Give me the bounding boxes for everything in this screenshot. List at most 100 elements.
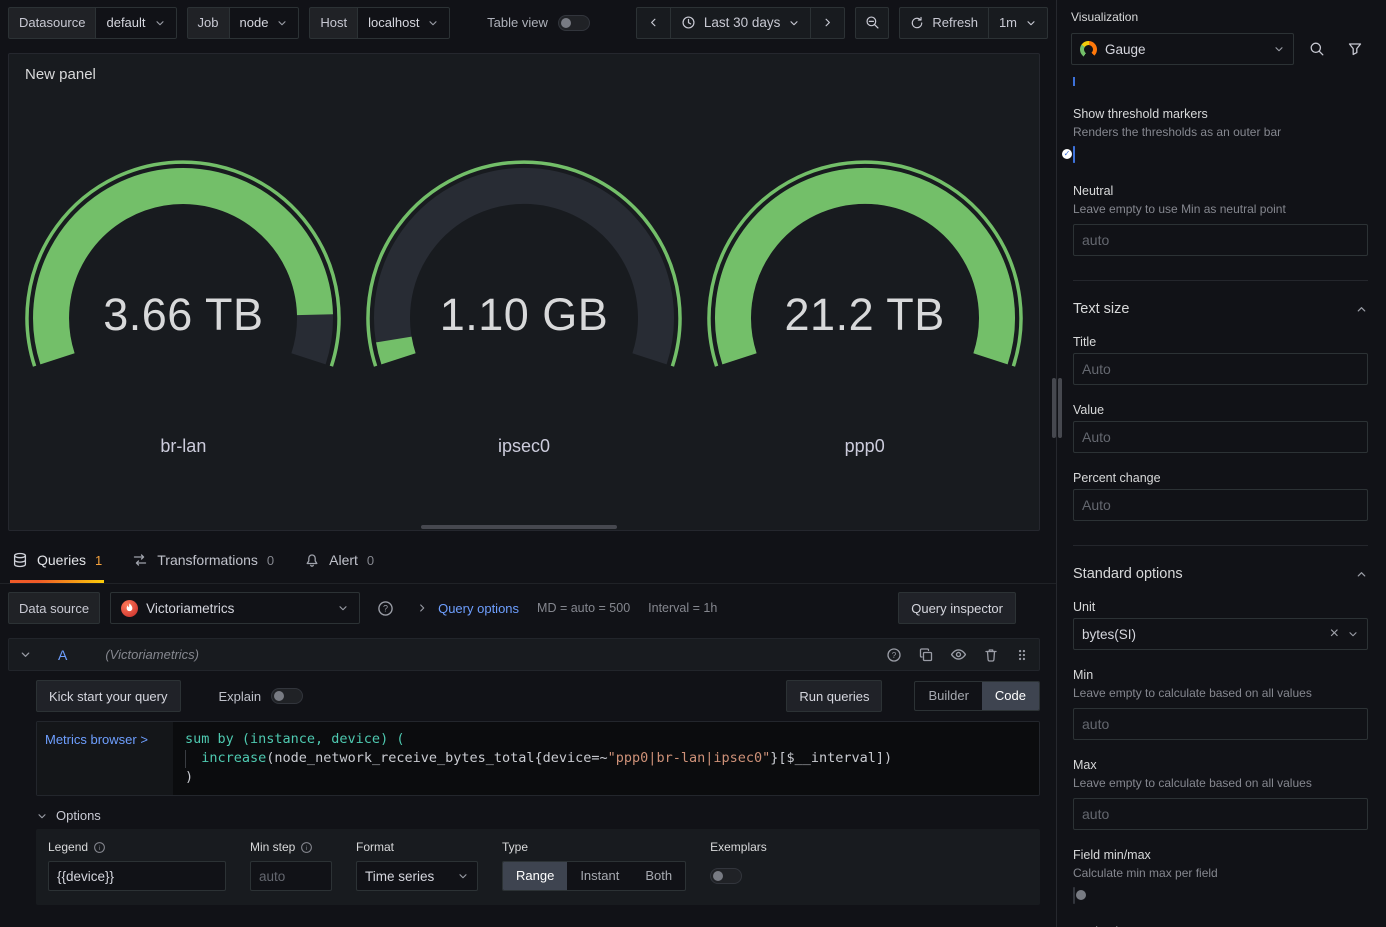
type-both-option[interactable]: Both [632, 862, 685, 890]
gauges-row: 3.66 TB br-lan 1.10 GB ipsec0 21.2 TB pp… [9, 153, 1039, 457]
query-options-cluster[interactable]: Query options MD = auto = 500 Interval =… [416, 601, 717, 616]
victoriametrics-icon [121, 600, 138, 617]
show-threshold-markers-toggle[interactable]: ✓ [1073, 146, 1075, 163]
time-shift-back-button[interactable] [637, 8, 670, 38]
chevron-down-icon[interactable] [19, 648, 32, 661]
chevron-down-icon [457, 870, 469, 882]
query-options-header[interactable]: Options [36, 808, 1040, 823]
neutral-input[interactable] [1073, 224, 1368, 256]
datasource-help-button[interactable]: ? [370, 593, 400, 623]
query-help-icon[interactable]: ? [886, 647, 902, 663]
metrics-browser-link[interactable]: Metrics browser > [45, 732, 148, 747]
search-options-button[interactable] [1302, 34, 1332, 64]
kick-start-query-button[interactable]: Kick start your query [36, 680, 181, 712]
explain-toggle[interactable] [271, 688, 303, 704]
explain-label: Explain [219, 689, 262, 704]
min-step-field-label: Min step i [250, 839, 332, 855]
table-view-toggle[interactable] [558, 15, 590, 31]
type-instant-option[interactable]: Instant [567, 862, 632, 890]
variable-value[interactable]: default [95, 7, 176, 39]
promql-code-editor[interactable]: sum by (instance, device) ( increase(nod… [173, 722, 1039, 795]
horizontal-scrollbar[interactable] [421, 525, 617, 529]
duplicate-query-icon[interactable] [918, 647, 934, 663]
drag-handle-icon[interactable] [1015, 647, 1029, 663]
tab-transformations[interactable]: Transformations 0 [130, 537, 276, 583]
run-queries-button[interactable]: Run queries [786, 680, 882, 712]
query-datasource-name: (Victoriametrics) [105, 647, 199, 662]
unit-select[interactable]: bytes(SI) × [1073, 618, 1368, 650]
gauge-label: ipsec0 [354, 436, 695, 457]
zoom-out-icon [865, 15, 880, 30]
time-range-group: Last 30 days [636, 7, 846, 39]
vertical-scrollbar[interactable] [1052, 378, 1056, 438]
variable-value[interactable]: localhost [357, 7, 450, 39]
field-label: Neutral [1073, 184, 1368, 198]
legend-input[interactable] [48, 861, 226, 891]
query-options-link[interactable]: Query options [438, 601, 519, 616]
refresh-interval-button[interactable]: 1m [988, 8, 1047, 38]
tab-queries[interactable]: Queries 1 [10, 537, 104, 583]
panel-title: New panel [9, 54, 1039, 83]
datasource-select[interactable]: Victoriametrics [110, 592, 360, 624]
format-select[interactable]: Time series [356, 861, 478, 891]
gauge-br-lan: 3.66 TB br-lan [13, 153, 354, 457]
refresh-button[interactable]: Refresh [900, 8, 988, 38]
code-mode-option[interactable]: Code [982, 682, 1039, 710]
field-minmax-toggle[interactable] [1073, 887, 1075, 904]
chevron-left-icon [647, 16, 660, 29]
sidebar-options-content: ✓ Show threshold markers Renders the thr… [1057, 77, 1386, 927]
visualization-select[interactable]: Gauge [1071, 33, 1294, 65]
delete-query-icon[interactable] [983, 647, 999, 663]
tab-alert[interactable]: Alert 0 [302, 537, 376, 583]
gauge-ppp0: 21.2 TB ppp0 [694, 153, 1035, 457]
variable-value[interactable]: node [229, 7, 300, 39]
clear-unit-icon[interactable]: × [1330, 626, 1339, 642]
datasource-name: Victoriametrics [146, 601, 234, 616]
info-circle-icon: i [300, 841, 313, 854]
exemplars-field: Exemplars [710, 839, 767, 884]
tab-label: Transformations [157, 552, 258, 568]
metrics-browser-panel: Metrics browser > [37, 722, 173, 795]
builder-mode-option[interactable]: Builder [915, 682, 981, 710]
host-variable-picker[interactable]: Host localhost [309, 7, 450, 39]
time-shift-forward-button[interactable] [810, 8, 844, 38]
filter-options-button[interactable] [1340, 34, 1370, 64]
percent-change-size-input[interactable] [1073, 489, 1368, 521]
time-range-button[interactable]: Last 30 days [670, 8, 811, 38]
min-step-input[interactable] [250, 861, 332, 891]
sidebar-scrollbar[interactable] [1058, 378, 1062, 438]
cropped-option-toggle: ✓ [1073, 77, 1368, 86]
datasource-variable-picker[interactable]: Datasource default [8, 7, 177, 39]
value-size-input[interactable] [1073, 421, 1368, 453]
query-inspector-button[interactable]: Query inspector [898, 592, 1016, 624]
title-size-input[interactable] [1073, 353, 1368, 385]
text-size-section-header[interactable]: Text size [1073, 301, 1368, 317]
field-label: Field min/max [1073, 848, 1368, 862]
hide-response-icon[interactable] [950, 646, 967, 663]
query-options-panel: Legend i Min step i Fo [36, 829, 1040, 905]
type-range-option[interactable]: Range [503, 862, 567, 890]
time-range-label: Last 30 days [704, 15, 781, 30]
chevron-right-icon [821, 16, 834, 29]
variable-label: Datasource [8, 7, 95, 39]
format-field: Format Time series [356, 839, 478, 891]
field-label: Title [1073, 335, 1368, 349]
unit-value: bytes(SI) [1082, 627, 1136, 642]
zoom-out-button[interactable] [855, 7, 889, 39]
refresh-group: Refresh 1m [899, 7, 1048, 39]
job-variable-picker[interactable]: Job node [187, 7, 300, 39]
exemplars-toggle[interactable] [710, 868, 742, 884]
max-input[interactable] [1073, 798, 1368, 830]
type-field-label: Type [502, 839, 686, 855]
cropped-toggle[interactable]: ✓ [1073, 77, 1075, 86]
code-lines: sum by (instance, device) ( increase(nod… [185, 730, 1027, 787]
tab-label: Queries [37, 552, 86, 568]
query-card-header[interactable]: A (Victoriametrics) ? [8, 638, 1040, 671]
tab-label: Alert [329, 552, 358, 568]
standard-options-section-header[interactable]: Standard options [1073, 566, 1368, 582]
show-threshold-markers-field: Show threshold markers Renders the thres… [1073, 107, 1368, 162]
datasource-row: Data source Victoriametrics ? Query opti… [0, 584, 1056, 632]
min-input[interactable] [1073, 708, 1368, 740]
field-label: Percent change [1073, 471, 1368, 485]
neutral-field: Neutral Leave empty to use Min as neutra… [1073, 184, 1368, 256]
